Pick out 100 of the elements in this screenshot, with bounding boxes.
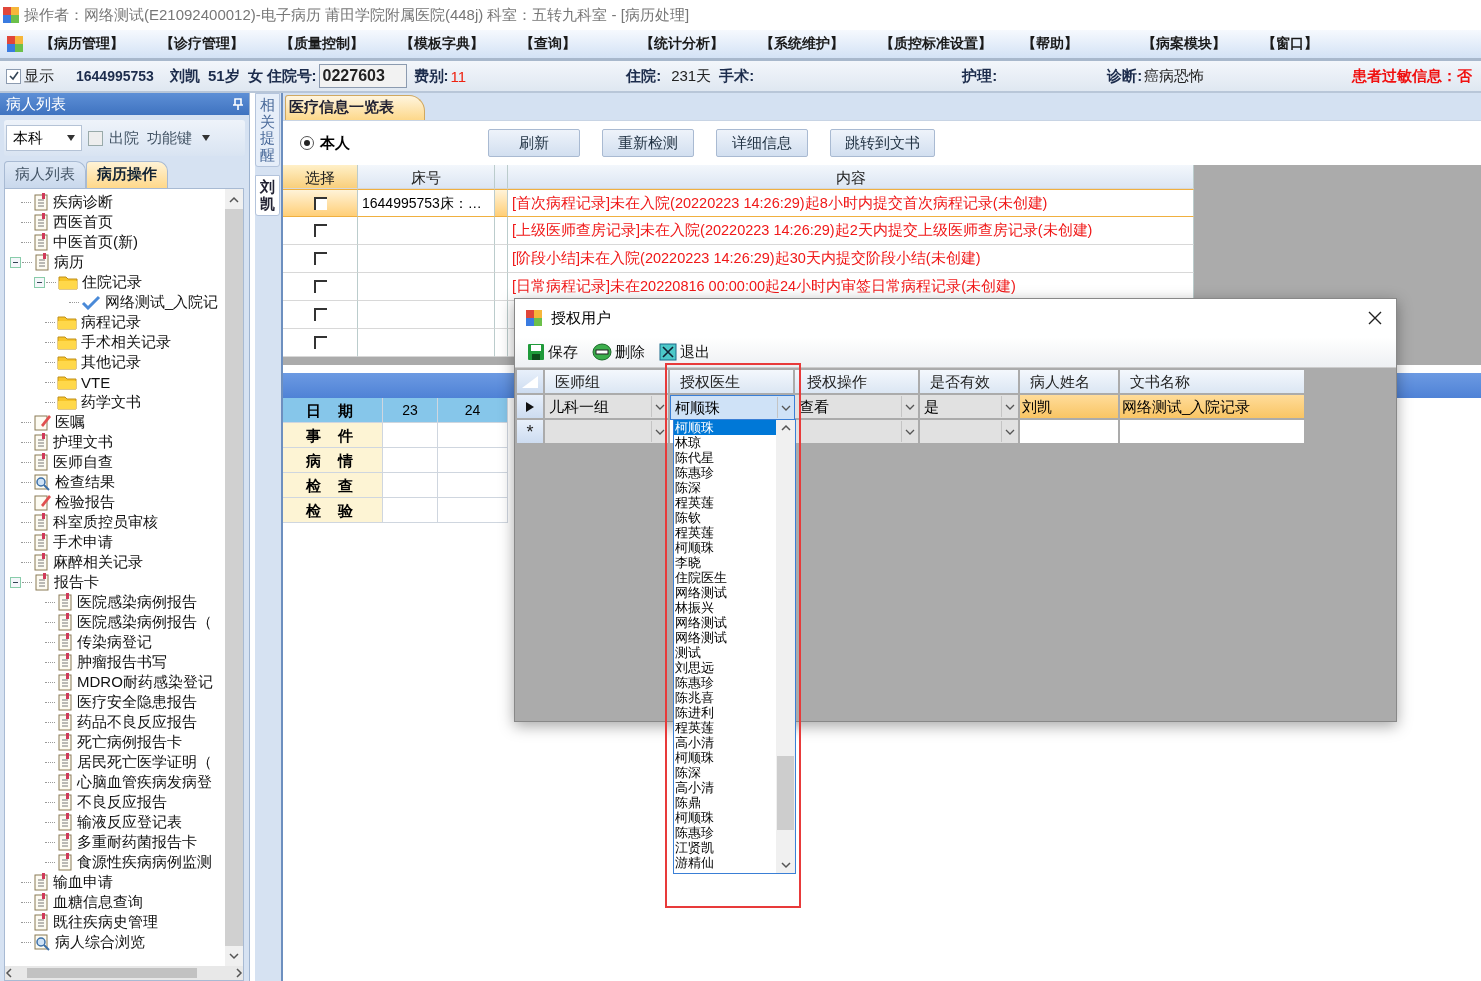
- tree-item[interactable]: 网络测试_入院记: [105, 292, 219, 312]
- tree-item[interactable]: 科室质控员审核: [53, 512, 158, 532]
- tree-item[interactable]: 既往疾病史管理: [53, 912, 158, 932]
- menu-item[interactable]: 【系统维护】: [754, 33, 856, 55]
- tree-item[interactable]: 手术申请: [53, 532, 113, 552]
- tree-item[interactable]: 药品不良反应报告: [77, 712, 197, 732]
- dropdown-option[interactable]: 李晓: [674, 555, 776, 570]
- tree-item[interactable]: 医疗安全隐患报告: [77, 692, 197, 712]
- dropdown-option[interactable]: 陈惠珍: [674, 465, 776, 480]
- tree-item[interactable]: 多重耐药菌报告卡: [77, 832, 197, 852]
- dropdown-option[interactable]: 网络测试: [674, 630, 776, 645]
- dropdown-option[interactable]: 陈深: [674, 765, 776, 780]
- tree-item[interactable]: 其他记录: [81, 352, 141, 372]
- dropdown-option[interactable]: 柯顺珠: [674, 420, 776, 435]
- tree-item[interactable]: 西医首页: [53, 212, 113, 232]
- dropdown-option[interactable]: 陈鼎: [674, 795, 776, 810]
- tree-item[interactable]: 医师自查: [53, 452, 113, 472]
- dropdown-option[interactable]: 林振兴: [674, 600, 776, 615]
- radio-button[interactable]: 本人: [300, 133, 488, 153]
- tree-item[interactable]: 药学文书: [81, 392, 141, 412]
- dropdown-option[interactable]: 住院医生: [674, 570, 776, 585]
- dropdown-option[interactable]: 程英莲: [674, 495, 776, 510]
- toolbar-button[interactable]: 重新检测: [602, 129, 694, 157]
- dropdown-option[interactable]: 陈深: [674, 480, 776, 495]
- admission-number-field[interactable]: 0227603: [318, 64, 407, 88]
- toolbar-button[interactable]: 退出: [659, 342, 710, 362]
- dropdown-option[interactable]: 陈惠珍: [674, 675, 776, 690]
- tree-item[interactable]: 血糖信息查询: [53, 892, 143, 912]
- tree-item[interactable]: 输液反应登记表: [77, 812, 182, 832]
- toolbar-button[interactable]: 刷新: [488, 129, 580, 157]
- toolbar-button[interactable]: 详细信息: [716, 129, 808, 157]
- combo-cell[interactable]: 是: [920, 395, 1020, 420]
- dropdown-option[interactable]: 江贤凯: [674, 840, 776, 855]
- tree-item[interactable]: 中医首页(新): [53, 232, 138, 252]
- dropdown-option[interactable]: 程英莲: [674, 720, 776, 735]
- tree-item[interactable]: 病人综合浏览: [55, 932, 145, 952]
- tree-item[interactable]: 医院感染病例报告（: [77, 612, 212, 632]
- toolbar-button[interactable]: 跳转到文书: [830, 129, 935, 157]
- tab[interactable]: 病人列表: [4, 161, 86, 188]
- menu-item[interactable]: 【统计分析】: [634, 33, 736, 55]
- tree-item[interactable]: 居民死亡医学证明（: [77, 752, 212, 772]
- tree-item[interactable]: 食源性疾病病例监测: [77, 852, 212, 872]
- tree-item[interactable]: 心脑血管疾病发病登: [77, 772, 212, 792]
- dropdown-option[interactable]: 高小清: [674, 735, 776, 750]
- tree-item[interactable]: 病历: [54, 252, 84, 272]
- menu-item[interactable]: 【诊疗管理】: [154, 33, 256, 55]
- dropdown-option[interactable]: 柯顺珠: [674, 540, 776, 555]
- side-tab[interactable]: 相关提醒: [255, 93, 280, 167]
- tree-item[interactable]: 输血申请: [53, 872, 113, 892]
- tree-item[interactable]: 报告卡: [54, 572, 99, 592]
- combo-cell[interactable]: 查看: [795, 395, 920, 420]
- tree-item[interactable]: 死亡病例报告卡: [77, 732, 182, 752]
- function-key-menu[interactable]: 功能键: [145, 126, 212, 150]
- menu-item[interactable]: 【病历管理】: [34, 33, 136, 55]
- dropdown-option[interactable]: 测试: [674, 645, 776, 660]
- tree-item[interactable]: 手术相关记录: [81, 332, 171, 352]
- dropdown-option[interactable]: 陈代星: [674, 450, 776, 465]
- scope-dropdown[interactable]: 本科: [6, 125, 82, 151]
- tree-item[interactable]: VTE: [81, 373, 111, 391]
- dropdown-option[interactable]: 林琼: [674, 435, 776, 450]
- tree-item[interactable]: 检验报告: [55, 492, 115, 512]
- tree-item[interactable]: 传染病登记: [77, 632, 152, 652]
- menu-item[interactable]: 【模板字典】: [394, 33, 496, 55]
- menu-item[interactable]: 【质控标准设置】: [874, 33, 998, 55]
- dropdown-option[interactable]: 程英莲: [674, 525, 776, 540]
- tab[interactable]: 病历操作: [86, 161, 168, 188]
- tree-item[interactable]: 住院记录: [82, 272, 142, 292]
- dropdown-option[interactable]: 网络测试: [674, 615, 776, 630]
- tab[interactable]: 医疗信息一览表: [285, 95, 425, 120]
- tree-item[interactable]: 医院感染病例报告: [77, 592, 197, 612]
- tree-item[interactable]: 疾病诊断: [53, 192, 113, 212]
- dropdown-list[interactable]: 柯顺珠 林琼 陈代星 陈惠珍 陈深 程英莲 陈钦 程英莲 柯顺珠 李晓 住院医生 网络测试 林振兴 网络测试 网络测试 测试 刘思远 陈惠珍 陈兆喜 陈进利 程英莲 高小清 柯顺珠 陈深 高小清 陈鼎 柯顺珠 陈惠珍 江贤凯 游精仙: [673, 419, 796, 874]
- menu-item[interactable]: 【窗口】: [1256, 33, 1358, 55]
- menu-item[interactable]: 【查询】: [514, 33, 616, 55]
- tree-item[interactable]: MDRO耐药感染登记: [77, 672, 213, 692]
- combo-cell[interactable]: 儿科一组: [545, 395, 670, 420]
- dropdown-option[interactable]: 陈惠珍: [674, 825, 776, 840]
- tree-item[interactable]: 麻醉相关记录: [53, 552, 143, 572]
- side-tab[interactable]: 刘凯: [255, 175, 280, 216]
- menu-item[interactable]: 【病案模块】: [1136, 33, 1238, 55]
- toolbar-button[interactable]: 保存: [527, 342, 578, 362]
- dropdown-option[interactable]: 高小清: [674, 780, 776, 795]
- tree-item[interactable]: 检查结果: [55, 472, 115, 492]
- menu-item[interactable]: 【帮助】: [1016, 33, 1118, 55]
- tree-item[interactable]: 医嘱: [55, 412, 85, 432]
- tree-item[interactable]: 不良反应报告: [77, 792, 167, 812]
- dropdown-option[interactable]: 柯顺珠: [674, 810, 776, 825]
- toolbar-button[interactable]: 删除: [592, 342, 645, 362]
- combo-cell[interactable]: 柯顺珠: [670, 395, 795, 420]
- dropdown-option[interactable]: 柯顺珠: [674, 750, 776, 765]
- tree-item[interactable]: 病程记录: [81, 312, 141, 332]
- tree-item[interactable]: 护理文书: [53, 432, 113, 452]
- menu-item[interactable]: 【质量控制】: [274, 33, 376, 55]
- tree-item[interactable]: 肿瘤报告书写: [77, 652, 167, 672]
- dropdown-option[interactable]: 陈钦: [674, 510, 776, 525]
- dropdown-option[interactable]: 刘思远: [674, 660, 776, 675]
- dropdown-option[interactable]: 陈进利: [674, 705, 776, 720]
- dropdown-option[interactable]: 网络测试: [674, 585, 776, 600]
- dropdown-option[interactable]: 游精仙: [674, 855, 776, 870]
- dropdown-option[interactable]: 陈兆喜: [674, 690, 776, 705]
